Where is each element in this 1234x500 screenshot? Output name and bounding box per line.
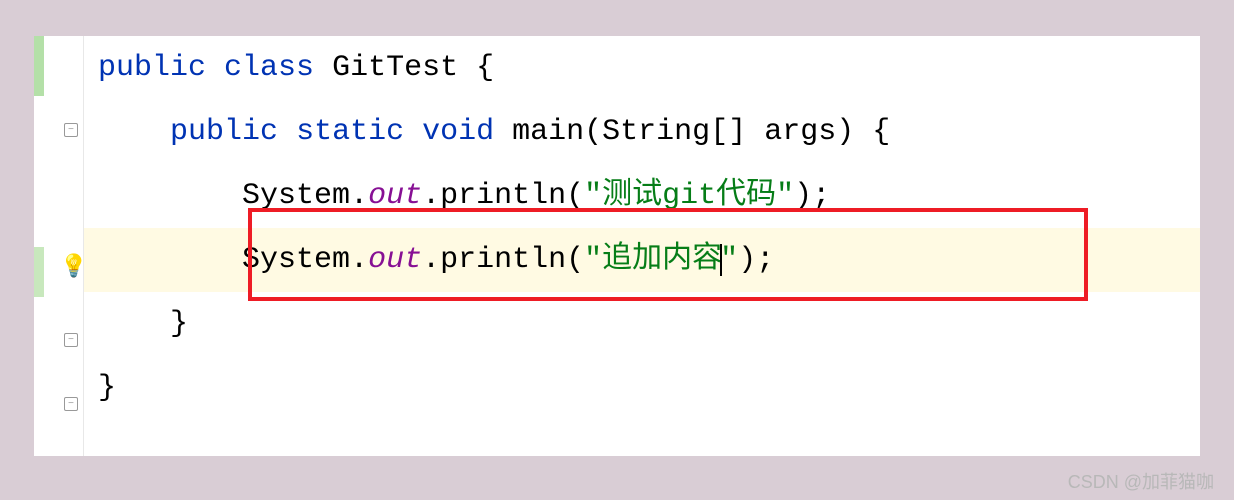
method-call: println [440, 180, 566, 213]
param-name: args [764, 116, 836, 149]
semicolon: ; [756, 244, 774, 277]
code-line[interactable]: System.out.println("测试git代码"); [84, 164, 1200, 228]
watermark-text: CSDN @加菲猫咖 [1068, 468, 1214, 494]
method-name: main [512, 116, 584, 149]
brace: } [98, 372, 116, 405]
close-paren: ) [738, 244, 756, 277]
code-line-current[interactable]: System.out.println("追加内容"); [84, 228, 1200, 292]
keyword: public [98, 52, 206, 85]
brace: { [872, 116, 890, 149]
field-ref: out [368, 180, 422, 213]
string-literal: "追加内容 [584, 244, 722, 277]
brace: { [476, 52, 494, 85]
keyword: class [224, 52, 314, 85]
editor-gutter: − 💡 − − [34, 36, 84, 456]
code-editor[interactable]: − 💡 − − public class GitTest { public st… [34, 36, 1200, 456]
brace: } [170, 308, 188, 341]
text-caret [720, 244, 722, 276]
fold-toggle-icon[interactable]: − [64, 333, 78, 347]
fold-toggle-icon[interactable]: − [64, 397, 78, 411]
type-name: String [602, 116, 710, 149]
object-ref: System [242, 244, 350, 277]
keyword: static [296, 116, 404, 149]
vcs-mark-added [34, 36, 44, 96]
code-line[interactable]: public class GitTest { [84, 36, 1200, 100]
code-line[interactable]: public static void main(String[] args) { [84, 100, 1200, 164]
fold-toggle-icon[interactable]: − [64, 123, 78, 137]
keyword: public [170, 116, 278, 149]
class-name: GitTest [332, 52, 458, 85]
vcs-mark-modified [34, 247, 44, 297]
string-literal: " [720, 244, 738, 277]
keyword: void [422, 116, 494, 149]
string-literal: "测试git代码" [584, 180, 794, 213]
object-ref: System [242, 180, 350, 213]
code-line[interactable]: } [84, 356, 1200, 420]
field-ref: out [368, 244, 422, 277]
code-content[interactable]: public class GitTest { public static voi… [84, 36, 1200, 456]
semicolon: ; [812, 180, 830, 213]
code-line[interactable]: } [84, 292, 1200, 356]
method-call: println [440, 244, 566, 277]
